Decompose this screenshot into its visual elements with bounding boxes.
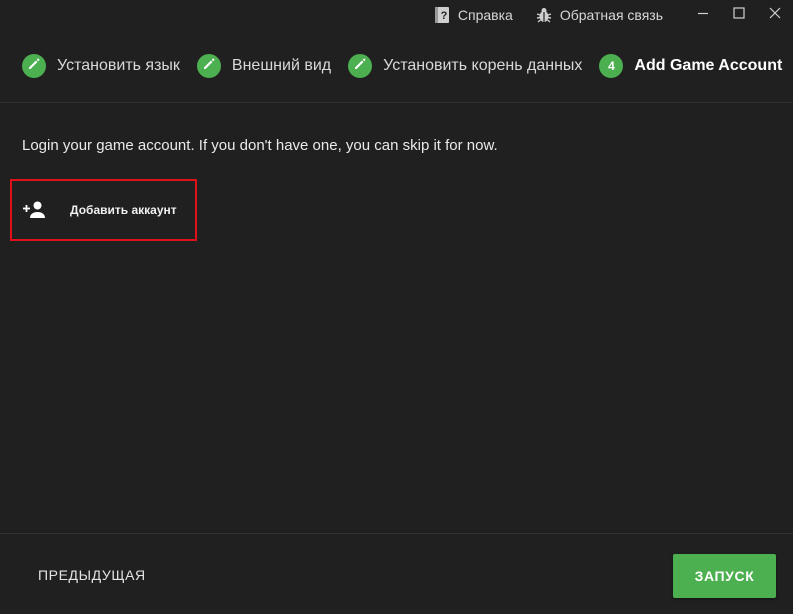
step-label: Установить корень данных — [383, 57, 583, 74]
step-add-game-account[interactable]: 4 Add Game Account — [599, 54, 782, 78]
pencil-icon — [27, 57, 41, 76]
bug-icon — [535, 6, 553, 24]
step-appearance[interactable]: Внешний вид — [196, 54, 332, 78]
step-label: Установить язык — [57, 57, 180, 74]
step-set-language[interactable]: Установить язык — [22, 54, 180, 78]
minimize-icon — [697, 6, 709, 24]
launch-button[interactable]: ЗАПУСК — [673, 554, 776, 598]
maximize-button[interactable] — [721, 0, 757, 30]
step-label: Add Game Account — [634, 57, 783, 74]
title-bar: ? Справка Обратная связь — [0, 0, 793, 30]
svg-text:?: ? — [441, 10, 448, 22]
app-window: ? Справка Обратная связь Установить язык… — [0, 0, 793, 614]
previous-button[interactable]: ПРЕДЫДУЩАЯ — [30, 561, 154, 589]
step-complete-badge — [348, 54, 373, 78]
pencil-icon — [353, 57, 367, 76]
step-number: 4 — [608, 59, 615, 73]
setup-stepper: Установить язык Внешний вид Установить к… — [22, 49, 793, 83]
window-controls — [685, 0, 793, 30]
header-divider — [0, 102, 793, 103]
help-book-icon: ? — [433, 6, 451, 24]
step-complete-badge — [22, 54, 46, 78]
minimize-button[interactable] — [685, 0, 721, 30]
step-data-root[interactable]: Установить корень данных — [348, 54, 582, 78]
maximize-icon — [733, 6, 745, 24]
help-label: Справка — [457, 7, 513, 23]
intro-text: Login your game account. If you don't ha… — [22, 137, 498, 154]
close-button[interactable] — [757, 0, 793, 30]
person-add-icon — [22, 200, 48, 220]
feedback-label: Обратная связь — [559, 7, 663, 23]
close-icon — [769, 6, 781, 24]
step-complete-badge — [196, 54, 221, 78]
step-number-badge: 4 — [599, 54, 624, 78]
step-label: Внешний вид — [231, 57, 332, 74]
add-account-button[interactable]: Добавить аккаунт — [10, 179, 197, 241]
footer-divider — [0, 533, 793, 534]
feedback-button[interactable]: Обратная связь — [535, 6, 663, 24]
add-account-label: Добавить аккаунт — [70, 203, 177, 217]
help-button[interactable]: ? Справка — [433, 6, 513, 24]
pencil-icon — [202, 57, 216, 76]
